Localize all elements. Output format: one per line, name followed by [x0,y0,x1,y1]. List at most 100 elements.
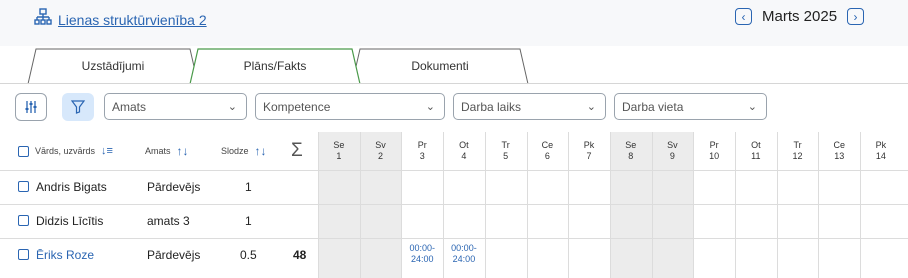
day-of-week: Sv [375,140,386,150]
day-header[interactable]: Tr 12 [777,132,819,170]
darba-vieta-select[interactable]: Darba vieta ⌄ [614,93,767,120]
day-header[interactable]: Pr 10 [693,132,735,170]
shift-start: 00:00- [409,243,435,253]
sliders-icon[interactable] [15,93,47,121]
shift-end: 24:00 [452,254,476,264]
sort-desc-icon[interactable]: ↓≡ [101,145,113,157]
load-column-header[interactable]: Slodze ↑↓ [221,132,267,170]
employee-load: 1 [245,180,252,194]
day-number: 2 [378,151,384,161]
day-number: 6 [544,151,550,161]
load-header-label: Slodze [221,146,249,156]
org-structure-icon [34,8,52,31]
day-number: 9 [669,151,675,161]
unit-name[interactable]: Lienas struktūrvienība 2 [58,12,207,28]
employee-role: Pārdevējs [147,248,201,262]
employee-role: amats 3 [147,214,190,228]
employee-sum: 48 [293,248,307,262]
chevron-left-icon[interactable]: ‹ [735,8,752,25]
shift-cell[interactable]: 00:00- 24:00 [401,243,443,265]
funnel-icon[interactable] [62,93,94,121]
employee-load: 0.5 [240,248,257,262]
darba-laiks-select[interactable]: Darba laiks ⌄ [453,93,606,120]
day-number: 14 [875,151,886,161]
day-number: 11 [751,151,761,161]
row-checkbox[interactable] [18,181,29,192]
table-row[interactable] [0,170,908,204]
day-of-week: Ot [751,140,761,150]
tab-dokumenti[interactable]: Dokumenti [360,47,520,84]
day-of-week: Sv [667,140,678,150]
day-number: 10 [709,151,720,161]
amats-select[interactable]: Amats ⌄ [104,93,247,120]
day-header[interactable]: Sv 9 [652,132,694,170]
day-number: 3 [419,151,425,161]
tab-bar: Uzstādījumi Plāns/Fakts Dokumenti [20,47,540,85]
day-of-week: Pk [583,140,595,150]
day-number: 1 [336,151,342,161]
day-header[interactable]: Tr 5 [485,132,527,170]
day-number: 8 [628,151,634,161]
shift-start: 00:00- [451,243,477,253]
chevron-down-icon: ⌄ [586,101,596,113]
select-all-checkbox[interactable] [18,145,29,157]
role-header-label: Amats [145,146,171,156]
shift-cell[interactable]: 00:00- 24:00 [443,243,485,265]
chevron-down-icon: ⌄ [227,101,237,113]
darba-laiks-select-value: Darba laiks [461,99,522,114]
day-of-week: Ot [459,140,469,150]
day-header[interactable]: Se 1 [318,132,360,170]
name-column-header[interactable]: Vārds, uzvārds ↓≡ [18,132,113,170]
employee-name: Didzis Līcītis [36,214,104,228]
tab-divider [0,83,908,84]
sort-icon[interactable]: ↑↓ [255,144,267,158]
day-of-week: Se [333,140,345,150]
unit-link[interactable]: Lienas struktūrvienība 2 [34,8,207,31]
filter-bar: Amats ⌄ Kompetence ⌄ Darba laiks ⌄ Darba… [0,88,908,128]
row-checkbox[interactable] [18,249,29,260]
day-of-week: Ce [833,140,845,150]
chevron-down-icon: ⌄ [425,101,435,113]
amats-select-value: Amats [112,99,147,114]
employee-name: Andris Bigats [36,180,107,194]
day-of-week: Pr [417,140,427,150]
table-row[interactable] [0,204,908,238]
day-number: 13 [834,151,845,161]
role-column-header[interactable]: Amats ↑↓ [145,132,189,170]
day-header[interactable]: Pk 14 [860,132,902,170]
day-of-week: Tr [793,140,802,150]
sum-column-header: Σ [291,140,303,161]
day-header[interactable]: Se 8 [610,132,652,170]
month-navigator: ‹ Marts 2025 › [735,8,865,25]
chevron-down-icon: ⌄ [747,101,757,113]
darba-vieta-select-value: Darba vieta [622,99,684,114]
day-header[interactable]: Pr 3 [401,132,443,170]
day-of-week: Tr [501,140,510,150]
day-number: 5 [503,151,509,161]
day-number: 7 [586,151,592,161]
day-of-week: Pr [709,140,719,150]
day-of-week: Ce [541,140,554,150]
row-checkbox[interactable] [18,215,29,226]
chevron-right-icon[interactable]: › [847,8,865,25]
employee-role: Pārdevējs [147,180,201,194]
tab-plans-fakts[interactable]: Plāns/Fakts [198,47,352,84]
shift-end: 24:00 [410,254,434,264]
day-header[interactable]: Ot 4 [443,132,485,170]
month-label: Marts 2025 [762,8,838,25]
tab-uzstadijumi[interactable]: Uzstādījumi [36,47,190,84]
day-header[interactable]: Sv 2 [360,132,402,170]
employee-name[interactable]: Ēriks Roze [36,238,94,272]
day-header[interactable]: Ot 11 [735,132,777,170]
sort-icon[interactable]: ↑↓ [177,144,189,158]
day-number: 12 [792,151,803,161]
day-header[interactable]: Ce 13 [818,132,860,170]
kompetence-select-value: Kompetence [263,99,331,114]
day-header[interactable]: Ce 6 [527,132,569,170]
name-header-label: Vārds, uzvārds [35,146,96,156]
day-header[interactable]: Pk 7 [568,132,610,170]
day-number: 4 [461,151,467,161]
employee-load: 1 [245,214,252,228]
kompetence-select[interactable]: Kompetence ⌄ [255,93,445,120]
day-of-week: Pk [875,140,887,150]
